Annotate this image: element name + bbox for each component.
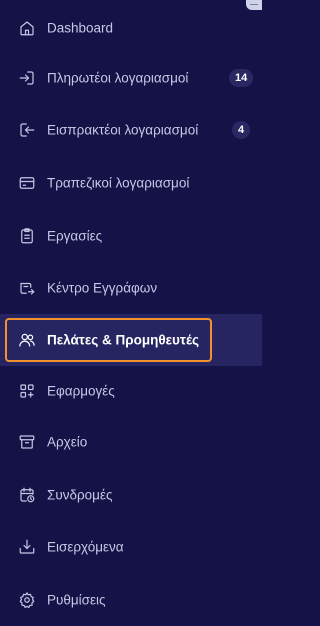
sidebar-item-label: Κέντρο Εγγράφων <box>47 280 158 296</box>
bill-out-icon <box>18 121 36 139</box>
sidebar-item-settings[interactable]: Ρυθμίσεις <box>0 574 262 626</box>
settings-icon <box>18 591 36 609</box>
sidebar-item-tasks[interactable]: Εργασίες <box>0 210 262 262</box>
credit-card-icon <box>18 174 36 192</box>
sidebar-item-label: Πληρωτέοι λογαριασμοί <box>47 70 189 86</box>
sidebar: Dashboard Πληρωτέοι λογαριασμοί 14 Εισπρ… <box>0 0 262 625</box>
sidebar-item-payables[interactable]: Πληρωτέοι λογαριασμοί 14 <box>0 52 262 104</box>
sidebar-item-inbox[interactable]: Εισερχόμενα <box>0 521 262 573</box>
sidebar-item-label: Πελάτες & Προμηθευτές <box>47 332 200 348</box>
home-icon <box>18 19 36 37</box>
sidebar-item-label: Εισπρακτέοι λογαριασμοί <box>47 122 199 138</box>
archive-icon <box>18 433 36 451</box>
sidebar-item-dashboard[interactable]: Dashboard <box>0 2 262 54</box>
clipboard-icon <box>18 227 36 245</box>
sidebar-item-label: Εργασίες <box>47 228 103 244</box>
sidebar-item-label: Dashboard <box>47 20 114 36</box>
sidebar-item-label: Τραπεζικοί λογαριασμοί <box>47 175 190 191</box>
sidebar-item-apps[interactable]: Εφαρμογές <box>0 365 262 417</box>
documents-icon <box>18 279 36 297</box>
sidebar-item-customers-suppliers[interactable]: Πελάτες & Προμηθευτές <box>0 314 262 366</box>
sidebar-item-archive[interactable]: Αρχείο <box>0 416 262 468</box>
bill-in-icon <box>18 69 36 87</box>
apps-icon <box>18 382 36 400</box>
sidebar-item-label: Συνδρομές <box>47 487 113 503</box>
sidebar-item-label: Ρυθμίσεις <box>47 592 106 608</box>
sidebar-item-subscriptions[interactable]: Συνδρομές <box>0 469 262 521</box>
sidebar-item-label: Εφαρμογές <box>47 383 115 399</box>
sidebar-item-label: Αρχείο <box>47 434 88 450</box>
sidebar-item-receivables[interactable]: Εισπρακτέοι λογαριασμοί 4 <box>0 104 262 156</box>
inbox-download-icon <box>18 538 36 556</box>
count-badge: 4 <box>232 121 251 139</box>
users-icon <box>18 331 36 349</box>
sidebar-item-label: Εισερχόμενα <box>47 539 124 555</box>
sidebar-item-bank-accounts[interactable]: Τραπεζικοί λογαριασμοί <box>0 157 262 209</box>
count-badge: 14 <box>229 69 254 87</box>
sidebar-item-documents[interactable]: Κέντρο Εγγράφων <box>0 262 262 314</box>
calendar-icon <box>18 486 36 504</box>
